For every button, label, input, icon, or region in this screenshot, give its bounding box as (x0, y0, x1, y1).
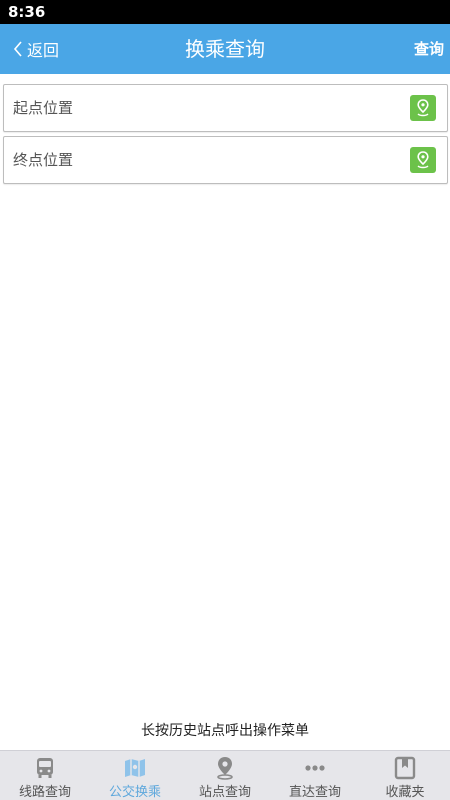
page-title: 换乘查询 (185, 37, 265, 61)
location-pin-icon (417, 151, 429, 169)
tab-label: 线路查询 (18, 785, 71, 800)
status-time: 8:36 (8, 3, 46, 21)
start-location-input[interactable] (4, 85, 399, 131)
tab-favorites[interactable]: 收藏夹 (360, 751, 450, 800)
tab-label: 公交换乘 (108, 785, 161, 800)
start-location-field (3, 84, 448, 132)
location-pin-icon (212, 756, 238, 780)
app-bar: 返回 换乘查询 查询 (0, 24, 450, 74)
query-button[interactable]: 查询 (414, 24, 444, 74)
tab-bus-transfer[interactable]: 公交换乘 (90, 751, 180, 800)
end-location-picker-button[interactable] (410, 147, 436, 173)
end-location-field (3, 136, 448, 184)
location-pin-icon (417, 99, 429, 117)
bus-icon (32, 756, 58, 780)
end-location-input[interactable] (4, 137, 399, 183)
tab-line-query[interactable]: 线路查询 (0, 751, 90, 800)
tab-label: 收藏夹 (385, 785, 425, 800)
bottom-tab-bar: 线路查询 公交换乘 站点查询 直达查询 收藏夹 (0, 750, 450, 800)
tab-label: 站点查询 (198, 785, 251, 800)
start-location-picker-button[interactable] (410, 95, 436, 121)
tab-direct-query[interactable]: 直达查询 (270, 751, 360, 800)
map-icon (122, 756, 148, 780)
tab-label: 直达查询 (288, 785, 341, 800)
history-hint: 长按历史站点呼出操作菜单 (141, 723, 309, 739)
more-dots-icon (302, 756, 328, 780)
tab-stop-query[interactable]: 站点查询 (180, 751, 270, 800)
status-bar: 8:36 (0, 0, 450, 24)
bookmark-icon (392, 756, 418, 780)
